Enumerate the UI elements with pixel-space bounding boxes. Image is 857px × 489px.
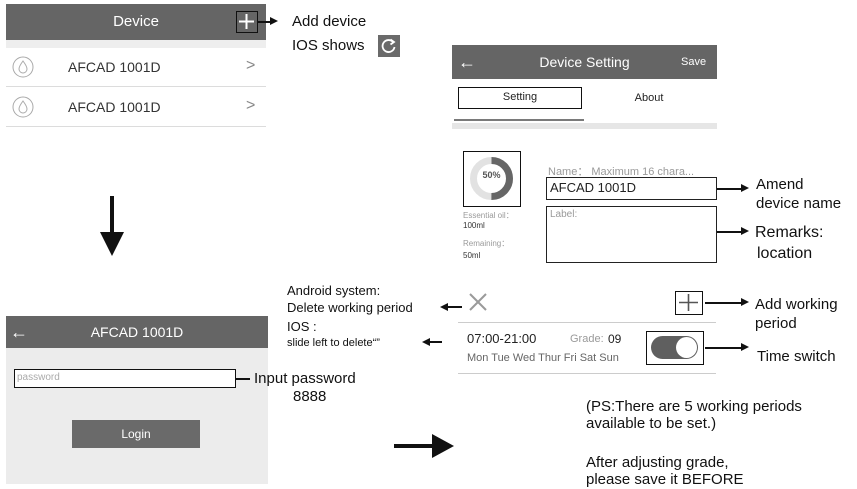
- annotation-ps-2: available to be set.): [586, 415, 717, 432]
- device-name: AFCAD 1001D: [68, 99, 161, 115]
- chevron-right-icon: >: [246, 97, 256, 114]
- device-setting-header: ← Device Setting Save: [452, 45, 717, 79]
- annotation-ps-1: (PS:There are 5 working periods: [586, 398, 802, 415]
- essential-oil-value: 100ml: [463, 221, 485, 230]
- remaining-label: Remaining：: [463, 239, 510, 248]
- add-period-button[interactable]: [675, 291, 703, 315]
- tab-about[interactable]: About: [586, 87, 712, 109]
- save-button[interactable]: Save: [681, 45, 706, 79]
- toggle-knob: [676, 337, 697, 358]
- device-setting-title: Device Setting: [539, 54, 630, 70]
- annotation-slide-left: slide left to delete“”: [287, 337, 380, 349]
- refresh-icon: [378, 35, 400, 57]
- device-list-title: Device: [113, 13, 159, 30]
- device-name: AFCAD 1001D: [68, 59, 161, 75]
- password-input[interactable]: password: [14, 369, 236, 388]
- delete-period-icon[interactable]: [467, 291, 489, 313]
- annotation-input-password: Input password: [254, 370, 356, 387]
- gauge-percent: 50%: [482, 170, 501, 180]
- oil-gauge: 50%: [463, 151, 521, 207]
- droplet-icon: [12, 56, 34, 78]
- annotation-add-device: Add device: [292, 13, 367, 30]
- toggle-track: [651, 336, 698, 359]
- grade-value: 09: [608, 332, 622, 346]
- annotation-amend-2: device name: [756, 195, 842, 212]
- annotation-ios-shows: IOS shows: [292, 37, 365, 54]
- login-body: password Login: [6, 348, 268, 484]
- login-header: ← AFCAD 1001D: [6, 316, 268, 348]
- annotation-add-period-1: Add working: [755, 296, 838, 313]
- device-list-header: Device: [6, 4, 266, 40]
- droplet-icon: [12, 96, 34, 118]
- label-input[interactable]: Label:: [546, 206, 717, 263]
- annotation-add-period-2: period: [755, 315, 797, 332]
- plus-icon: [679, 294, 698, 311]
- annotation-after-2: please save it BEFORE: [586, 471, 744, 488]
- tab-setting[interactable]: Setting: [458, 87, 582, 109]
- annotation-remarks-2: location: [757, 245, 813, 262]
- remaining-value: 50ml: [463, 251, 481, 260]
- annotation-time-switch: Time switch: [757, 348, 836, 365]
- annotation-android-system: Android system:: [287, 283, 381, 298]
- tab-divider-band: [452, 123, 717, 129]
- login-button[interactable]: Login: [72, 420, 200, 448]
- annotation-remarks-1: Remarks:: [755, 224, 824, 241]
- annotation-after-1: After adjusting grade,: [586, 454, 729, 471]
- annotation-amend-1: Amend: [756, 176, 804, 193]
- login-title: AFCAD 1001D: [90, 324, 184, 340]
- flow-arrow-down-icon: [100, 196, 124, 256]
- annotation-password-value: 8888: [293, 388, 327, 405]
- time-switch-toggle[interactable]: [646, 331, 704, 365]
- add-device-button[interactable]: [236, 11, 258, 33]
- essential-oil-label: Essential oil：: [463, 211, 514, 220]
- tab-active-underline: [454, 119, 584, 121]
- chevron-right-icon: >: [246, 57, 256, 74]
- flow-arrow-right-icon: [394, 434, 454, 458]
- period-days: Mon Tue Wed Thur Fri Sat Sun: [467, 352, 619, 364]
- period-time: 07:00-21:00: [467, 331, 537, 346]
- list-top-band: [6, 40, 266, 48]
- grade-label: Grade:: [570, 333, 604, 345]
- annotation-delete-working-period: Delete working period: [287, 300, 413, 315]
- tab-bar: Setting About: [452, 79, 717, 123]
- device-list-item[interactable]: AFCAD 1001D >: [6, 48, 266, 86]
- device-list-item[interactable]: AFCAD 1001D >: [6, 88, 266, 126]
- device-name-input[interactable]: AFCAD 1001D: [546, 177, 717, 200]
- plus-icon: [239, 14, 254, 29]
